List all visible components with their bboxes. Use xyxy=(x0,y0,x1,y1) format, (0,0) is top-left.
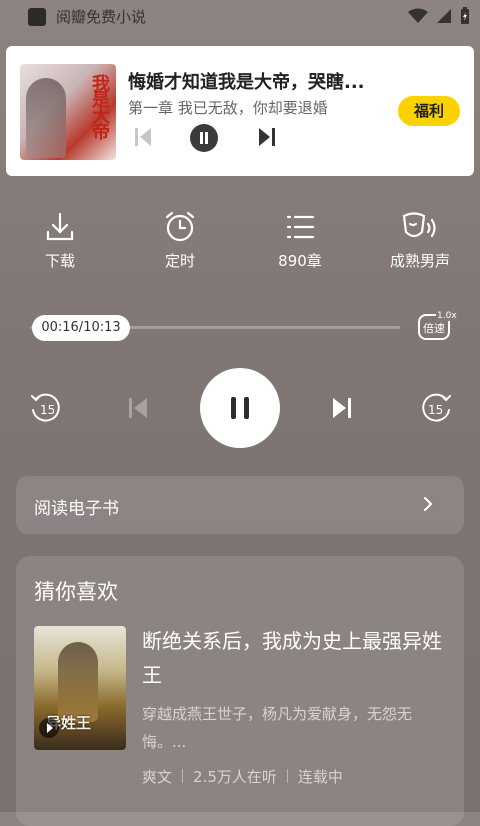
rewind-icon: 15 xyxy=(31,393,60,422)
next-chapter-icon[interactable] xyxy=(330,396,354,420)
svg-text:15: 15 xyxy=(428,403,443,417)
welfare-button[interactable]: 福利 xyxy=(398,96,460,126)
notification-title: 悔婚才知道我是大帝，哭瞎... xyxy=(128,72,365,93)
alarm-clock-icon xyxy=(165,211,195,242)
notification-pause-button[interactable] xyxy=(190,124,218,152)
serial-status: 连载中 xyxy=(297,768,343,786)
battery-icon xyxy=(461,7,469,24)
recommendations-heading: 猜你喜欢 xyxy=(34,580,118,604)
book-cover: 我是大帝 xyxy=(20,64,116,160)
speed-value: 1.0x xyxy=(436,311,458,321)
next-icon[interactable] xyxy=(256,126,278,148)
voice-select-button[interactable]: 成熟男声 xyxy=(370,210,470,271)
download-icon xyxy=(46,212,74,241)
recommended-book-title[interactable]: 断绝关系后，我成为史上最强异姓王 xyxy=(142,624,448,692)
status-bar: 阅瓣免费小说 xyxy=(0,0,480,34)
read-ebook-label: 阅读电子书 xyxy=(34,499,119,519)
timer-button[interactable]: 定时 xyxy=(130,210,230,271)
recommendations-section: 猜你喜欢 异姓王 断绝关系后，我成为史上最强异姓王 穿越成燕王世子，杨凡为爱献身… xyxy=(16,556,464,826)
chapter-list-button[interactable]: 890章 xyxy=(250,210,350,271)
forward-icon: 15 xyxy=(422,393,451,422)
previous-chapter-icon[interactable] xyxy=(126,396,150,420)
previous-icon[interactable] xyxy=(132,126,154,148)
chapter-list-icon xyxy=(286,215,315,239)
progress-thumb[interactable]: 00:16/10:13 xyxy=(32,315,130,341)
chevron-right-icon xyxy=(424,497,433,511)
listener-count: 2.5万人在听 xyxy=(193,768,277,786)
svg-text:15: 15 xyxy=(40,403,55,417)
read-ebook-button[interactable]: 阅读电子书 xyxy=(16,476,464,534)
wifi-icon xyxy=(408,8,428,23)
recommended-book-cover[interactable]: 异姓王 xyxy=(34,626,126,750)
signal-icon xyxy=(437,9,451,23)
genre-tag: 爽文 xyxy=(142,768,173,786)
recommended-book-meta: 爽文 2.5万人在听 连载中 xyxy=(142,766,343,787)
status-app-name: 阅瓣免费小说 xyxy=(56,8,147,26)
media-notification[interactable]: 我是大帝 悔婚才知道我是大帝，哭瞎... 第一章 我已无敌，你却要退婚 福利 xyxy=(6,46,474,176)
forward-15-button[interactable]: 15 xyxy=(418,390,454,430)
pause-button[interactable] xyxy=(200,368,280,448)
app-icon xyxy=(28,8,46,26)
pause-icon xyxy=(200,132,208,144)
download-button[interactable]: 下载 xyxy=(10,210,110,271)
play-icon xyxy=(39,718,59,738)
rewind-15-button[interactable]: 15 xyxy=(28,390,64,430)
notification-subtitle: 第一章 我已无敌，你却要退婚 xyxy=(128,99,328,117)
voice-icon xyxy=(402,212,436,238)
recommended-book-description: 穿越成燕王世子，杨凡为爱献身，无怨无悔。... xyxy=(142,705,413,751)
function-row: 下载 定时 890章 成熟男声 xyxy=(0,210,480,274)
